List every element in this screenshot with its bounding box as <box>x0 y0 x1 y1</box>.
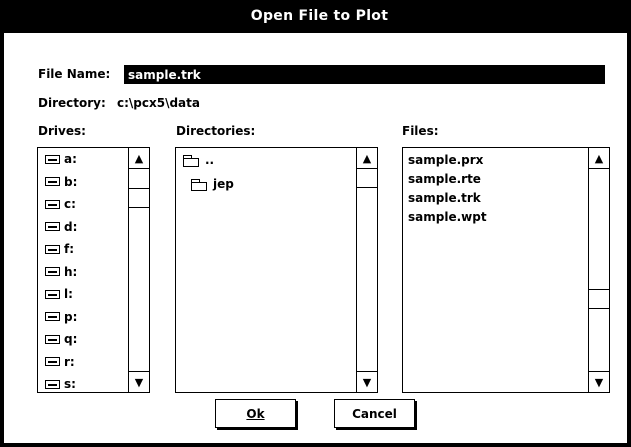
network-drive-icon <box>45 312 60 322</box>
drives-list[interactable]: a: b: c: d: f: h: l: p: q: r: s: ▲ ▼ <box>37 147 150 393</box>
cancel-button-label: Cancel <box>352 406 397 421</box>
files-scroll-thumb[interactable] <box>589 289 609 309</box>
drives-scrollbar[interactable]: ▲ ▼ <box>128 148 149 392</box>
hard-drive-icon <box>45 222 60 232</box>
drives-scroll-up-arrow-icon[interactable]: ▲ <box>129 148 149 169</box>
drive-item-p[interactable]: p: <box>38 306 127 329</box>
directories-scroll-thumb[interactable] <box>357 168 377 188</box>
drive-item-l[interactable]: l: <box>38 283 127 306</box>
network-drive-icon <box>45 334 60 344</box>
ok-button-label: Ok <box>246 406 265 421</box>
directories-scrollbar[interactable]: ▲ ▼ <box>356 148 377 392</box>
directory-item-parent[interactable]: .. <box>176 148 355 172</box>
folder-icon <box>191 178 207 191</box>
files-scroll-down-arrow-icon[interactable]: ▼ <box>589 371 609 392</box>
directories-label: Directories: <box>176 124 256 138</box>
floppy-drive-icon <box>45 154 60 164</box>
directory-path: c:\pcx5\data <box>117 96 200 110</box>
drive-item-d[interactable]: d: <box>38 216 127 239</box>
file-item[interactable]: sample.prx <box>403 150 587 169</box>
file-item[interactable]: sample.trk <box>403 188 587 207</box>
title-separator <box>4 31 631 33</box>
drives-scroll-thumb[interactable] <box>129 188 149 208</box>
directories-list[interactable]: .. jep ▲ ▼ <box>175 147 378 393</box>
files-label: Files: <box>402 124 439 138</box>
network-drive-icon <box>45 379 60 389</box>
files-list[interactable]: sample.prx sample.rte sample.trk sample.… <box>402 147 610 393</box>
network-drive-icon <box>45 289 60 299</box>
directory-item-jep[interactable]: jep <box>176 172 355 196</box>
directory-label: Directory: <box>38 96 106 110</box>
cancel-button[interactable]: Cancel <box>334 399 415 428</box>
drive-item-r[interactable]: r: <box>38 351 127 374</box>
drive-item-c[interactable]: c: <box>38 193 127 216</box>
files-scroll-up-arrow-icon[interactable]: ▲ <box>589 148 609 169</box>
files-scrollbar[interactable]: ▲ ▼ <box>588 148 609 392</box>
directories-scroll-up-arrow-icon[interactable]: ▲ <box>357 148 377 169</box>
network-drive-icon <box>45 267 60 277</box>
file-name-input[interactable] <box>124 65 605 84</box>
ok-button[interactable]: Ok <box>215 399 296 428</box>
drive-item-q[interactable]: q: <box>38 328 127 351</box>
file-item[interactable]: sample.wpt <box>403 207 587 226</box>
drives-scroll-down-arrow-icon[interactable]: ▼ <box>129 371 149 392</box>
title-bar[interactable]: Open File to Plot <box>4 0 631 31</box>
network-drive-icon <box>45 357 60 367</box>
network-drive-icon <box>45 244 60 254</box>
drive-item-s[interactable]: s: <box>38 373 127 392</box>
file-item[interactable]: sample.rte <box>403 169 587 188</box>
drive-item-f[interactable]: f: <box>38 238 127 261</box>
drive-item-b[interactable]: b: <box>38 171 127 194</box>
directories-scroll-down-arrow-icon[interactable]: ▼ <box>357 371 377 392</box>
open-file-dialog: Open File to Plot File Name: Directory: … <box>0 0 631 447</box>
open-folder-icon <box>183 154 199 167</box>
file-name-label: File Name: <box>38 67 111 81</box>
hard-drive-icon <box>45 199 60 209</box>
floppy-drive-icon <box>45 177 60 187</box>
dialog-title: Open File to Plot <box>250 7 389 24</box>
drive-item-a[interactable]: a: <box>38 148 127 171</box>
drive-item-h[interactable]: h: <box>38 261 127 284</box>
drives-label: Drives: <box>38 124 86 138</box>
